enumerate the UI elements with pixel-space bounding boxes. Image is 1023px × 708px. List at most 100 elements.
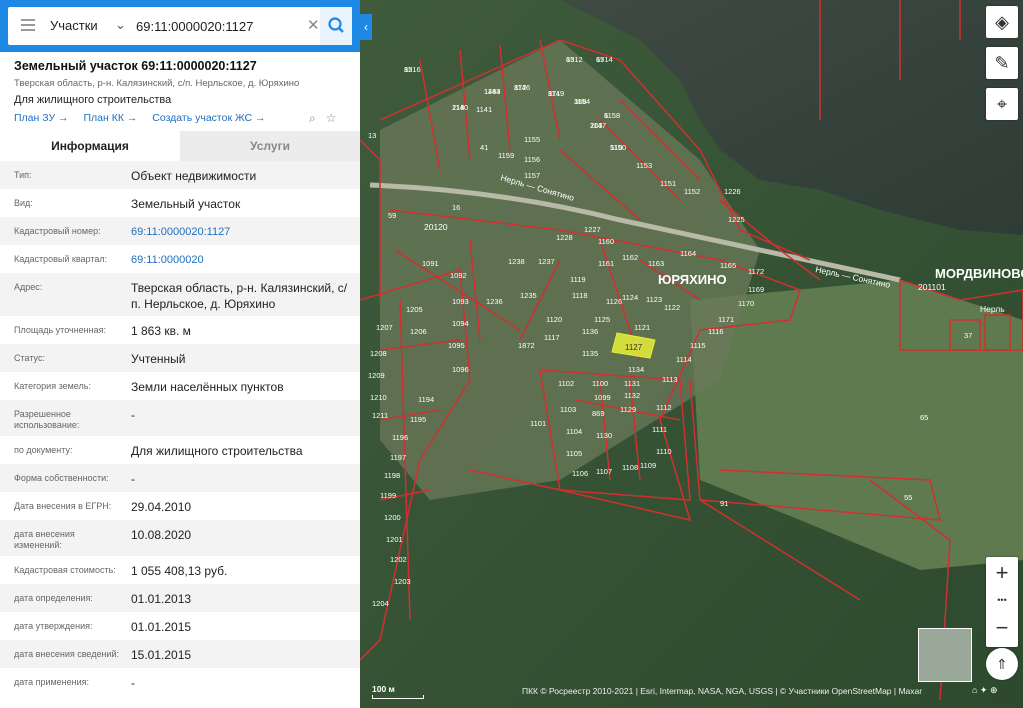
parcel-number-label: 1130 bbox=[596, 431, 612, 440]
layers-icon: ◈ bbox=[995, 12, 1009, 32]
scale-bar bbox=[372, 695, 424, 699]
parcel-number-label: 1141 bbox=[476, 105, 492, 114]
parcel-number-label: 1096 bbox=[452, 365, 469, 374]
parcel-number-label: 1160 bbox=[598, 237, 614, 246]
parcel-number-label: 1165 bbox=[720, 261, 736, 270]
parcel-number-label: 1237 bbox=[538, 257, 555, 266]
info-row-value: 1 055 408,13 руб. bbox=[131, 564, 228, 578]
info-row-label: дата внесения изменений: bbox=[14, 529, 75, 550]
parcel-number-label: 1208 bbox=[370, 349, 387, 358]
parcel-number-label: 1201 bbox=[386, 535, 403, 544]
search-button[interactable] bbox=[320, 7, 352, 45]
parcel-number-label: 1172 bbox=[748, 267, 764, 276]
panel-tools: ⌕ ☆ bbox=[309, 111, 337, 126]
compass-button[interactable]: ⇑ bbox=[986, 648, 1018, 680]
chevron-down-icon[interactable]: ⌄ bbox=[115, 17, 126, 33]
info-row: дата утверждения: 01.01.2015 bbox=[0, 612, 360, 640]
parcel-number-label: 1151 bbox=[660, 179, 676, 188]
info-row-label: дата определения: bbox=[14, 593, 93, 603]
tabs: Информация Услуги bbox=[0, 131, 360, 161]
layer-select[interactable]: Участки bbox=[50, 18, 98, 33]
info-row-label: Кадастровый квартал: bbox=[14, 254, 108, 264]
parcel-number-label: 1134 bbox=[628, 365, 644, 374]
overview-minimap[interactable] bbox=[918, 628, 972, 682]
parcel-number-label: 1196 bbox=[392, 433, 408, 442]
parcel-number-label: 1106 bbox=[572, 469, 588, 478]
info-row-value[interactable]: 69:11:0000020:1127 bbox=[131, 224, 351, 240]
parcel-number-label: 1162 bbox=[622, 253, 638, 262]
tab-services[interactable]: Услуги bbox=[180, 131, 360, 161]
parcel-number-label: 1118 bbox=[572, 291, 588, 300]
parcel-number-label: 1211 bbox=[372, 411, 388, 420]
search-bar: Участки ⌄ ✕ bbox=[0, 0, 360, 52]
measure-button[interactable]: ✎ bbox=[986, 47, 1018, 79]
clear-icon[interactable]: ✕ bbox=[307, 16, 320, 34]
parcel-number-label: 1226 bbox=[724, 187, 741, 196]
parcel-number-label: 1163 bbox=[648, 259, 664, 268]
parcel-number-label: 1126 bbox=[606, 297, 622, 306]
info-row-label: Разрешенное использование: bbox=[14, 409, 80, 430]
info-row-value: - bbox=[131, 676, 135, 690]
info-row-value: Учтенный bbox=[131, 352, 186, 366]
parcel-number-label: 1194 bbox=[418, 395, 434, 404]
parcel-number-label: 1100 bbox=[592, 379, 608, 388]
parcel-number-label: 82 bbox=[404, 65, 412, 74]
info-row-value: 1 863 кв. м bbox=[131, 324, 191, 338]
parcel-number-label: 1108 bbox=[622, 463, 638, 472]
info-row-label: Категория земель: bbox=[14, 381, 91, 391]
info-row: Адрес: Тверская область, р-н. Калязинский… bbox=[0, 273, 360, 316]
layers-button[interactable]: ◈ bbox=[986, 6, 1018, 38]
info-row-value: Тверская область, р-н. Калязинский, с/п.… bbox=[131, 281, 348, 311]
search-input[interactable] bbox=[136, 14, 306, 38]
parcel-number-label: 16 bbox=[452, 203, 460, 212]
zoom-out-button[interactable]: − bbox=[986, 612, 1018, 644]
parcel-number-label: 1206 bbox=[410, 327, 427, 336]
parcel-number-label: 1195 bbox=[410, 415, 426, 424]
info-row-label: Адрес: bbox=[14, 282, 43, 292]
parcel-number-label: 1198 bbox=[384, 471, 400, 480]
parcel-number-label: 1114 bbox=[676, 355, 692, 364]
find-document-icon[interactable]: ⌕ bbox=[309, 111, 316, 125]
plan-zu-link[interactable]: План ЗУ → bbox=[14, 112, 69, 124]
parcel-number-label: 1095 bbox=[448, 341, 465, 350]
parcel-number-label: 1156 bbox=[524, 155, 540, 164]
parcel-number-label: 1155 bbox=[524, 135, 540, 144]
locate-button[interactable]: ⌖ bbox=[986, 88, 1018, 120]
parcel-links: План ЗУ → План КК → Создать участок ЖС → bbox=[14, 112, 278, 124]
info-row: Вид: Земельный участок bbox=[0, 189, 360, 217]
parcel-number-label: 368 bbox=[574, 97, 587, 106]
info-row: дата определения: 01.01.2013 bbox=[0, 584, 360, 612]
hamburger-menu-icon[interactable] bbox=[21, 19, 35, 33]
parcel-number-label: 1204 bbox=[372, 599, 389, 608]
tab-info[interactable]: Информация bbox=[0, 131, 180, 161]
info-row: Категория земель: Земли населённых пункто… bbox=[0, 372, 360, 400]
info-row: Площадь уточненная: 1 863 кв. м bbox=[0, 316, 360, 344]
parcel-number-label: 1115 bbox=[690, 341, 706, 350]
parcel-number-label: 1099 bbox=[594, 393, 611, 402]
parcel-number-label: 1110 bbox=[656, 447, 672, 456]
info-row: Кадастровый квартал: 69:11:0000020 bbox=[0, 245, 360, 273]
ruler-icon: ✎ bbox=[994, 53, 1010, 73]
info-row-label: Форма собственности: bbox=[14, 473, 109, 483]
collapse-panel-button[interactable]: ‹ bbox=[360, 14, 372, 40]
plan-kk-link[interactable]: План КК → bbox=[83, 112, 137, 124]
info-row: Кадастровая стоимость: 1 055 408,13 руб. bbox=[0, 556, 360, 584]
star-icon[interactable]: ☆ bbox=[326, 111, 337, 125]
info-panel: Участки ⌄ ✕ Земельный участок 69:11:0000… bbox=[0, 0, 360, 708]
info-row-value[interactable]: 69:11:0000020 bbox=[131, 252, 351, 268]
info-row-label: Вид: bbox=[14, 198, 33, 208]
info-row-label: Площадь уточненная: bbox=[14, 325, 106, 335]
info-row: дата внесения изменений: 10.08.2020 bbox=[0, 520, 360, 556]
parcel-number-label: 1102 bbox=[558, 379, 574, 388]
parcel-number-label: 1238 bbox=[508, 257, 525, 266]
village-label: МОРДВИНОВО bbox=[935, 266, 1023, 281]
info-row: Форма собственности: - bbox=[0, 464, 360, 492]
parcel-number-label: 1125 bbox=[594, 315, 610, 324]
create-parcel-link[interactable]: Создать участок ЖС → bbox=[152, 112, 265, 124]
parcel-number-label: 1117 bbox=[544, 333, 560, 342]
parcel-number-label: 1105 bbox=[566, 449, 582, 458]
parcel-number-label: 203 bbox=[590, 121, 603, 130]
info-row-label: Дата внесения в ЕГРН: bbox=[14, 501, 112, 511]
info-row-label: дата применения: bbox=[14, 677, 90, 687]
locate-icon: ⌖ bbox=[996, 94, 1008, 114]
